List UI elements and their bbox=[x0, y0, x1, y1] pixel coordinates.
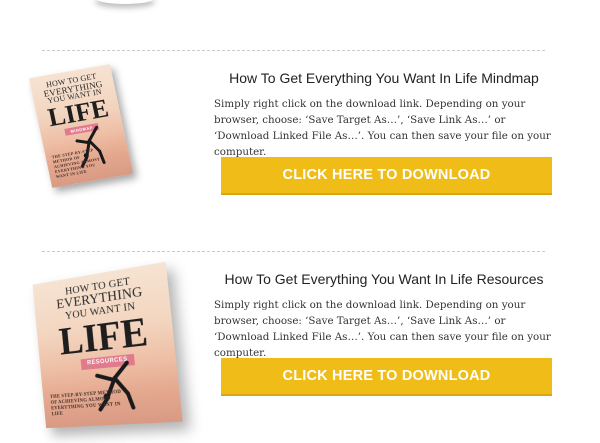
cover-footer-text: THE STEP-BY-STEP METHOD OF ACHIEVING ALM… bbox=[49, 389, 122, 418]
download-section-resources: HOW TO GET EVERYTHING YOU WANT IN LIFE R… bbox=[0, 253, 600, 443]
download-title: How To Get Everything You Want In Life R… bbox=[224, 271, 544, 287]
download-button[interactable]: CLICK HERE TO DOWNLOAD bbox=[221, 358, 552, 394]
download-instructions: Simply right click on the download link.… bbox=[214, 299, 551, 359]
download-button[interactable]: CLICK HERE TO DOWNLOAD bbox=[221, 157, 552, 193]
download-instructions: Simply right click on the download link.… bbox=[214, 98, 551, 158]
section-divider bbox=[42, 50, 545, 51]
section-divider bbox=[42, 251, 545, 252]
previous-item-shadow bbox=[95, 0, 155, 4]
download-section-mindmap: HOW TO GET EVERYTHING YOU WANT IN LIFE M… bbox=[0, 52, 600, 242]
download-title: How To Get Everything You Want In Life M… bbox=[229, 70, 539, 86]
ebook-cover-image: HOW TO GET EVERYTHING YOU WANT IN LIFE M… bbox=[28, 64, 134, 188]
ebook-cover-image: HOW TO GET EVERYTHING YOU WANT IN LIFE R… bbox=[32, 261, 183, 429]
